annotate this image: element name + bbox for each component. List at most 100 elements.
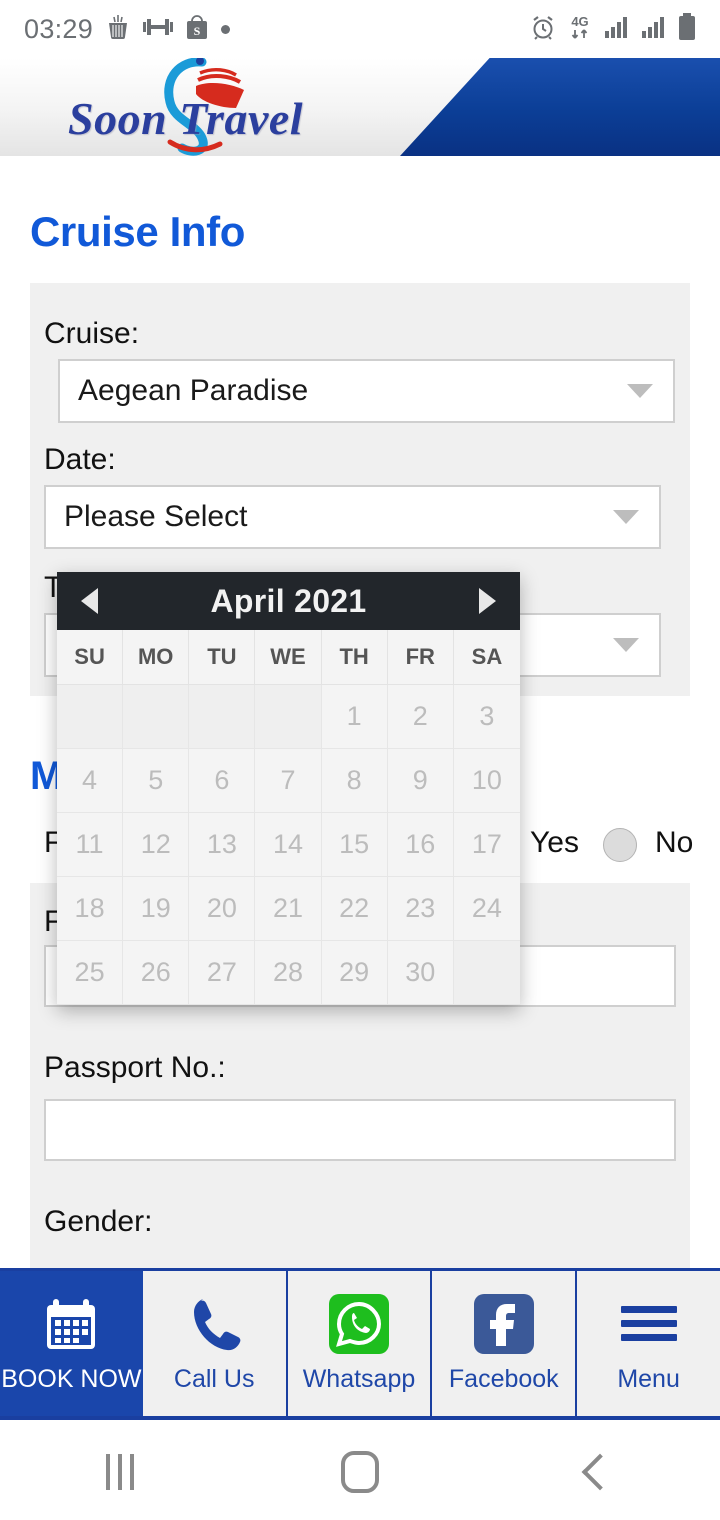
home-icon (341, 1451, 379, 1493)
calendar-empty-cell (453, 941, 520, 1005)
svg-text:S: S (194, 24, 201, 38)
back-button[interactable] (480, 1453, 720, 1491)
bottom-bar-label: BOOK NOW (1, 1365, 142, 1393)
calendar-day-cell: 27 (189, 941, 256, 1005)
calendar-day-cell: 7 (255, 749, 322, 813)
page-title: Cruise Info (30, 208, 245, 255)
calendar-day-cell: 17 (453, 813, 520, 877)
svg-text:4G: 4G (571, 14, 588, 29)
calendar-day-cell: 13 (189, 813, 256, 877)
status-bar: 03:29 S 4G (0, 0, 720, 58)
home-button[interactable] (240, 1451, 480, 1493)
bottom-bar-label: Menu (617, 1365, 680, 1393)
chevron-down-icon (627, 384, 653, 398)
calendar-empty-cell (57, 685, 124, 749)
recents-button[interactable] (0, 1454, 240, 1490)
android-navigation-bar (0, 1424, 720, 1520)
bottom-bar-label: Call Us (173, 1365, 255, 1393)
bottom-bar-call-us[interactable]: Call Us (143, 1271, 288, 1416)
calendar-day-cell: 23 (387, 877, 454, 941)
site-logo-text: Soon Travel (68, 93, 304, 144)
calendar-icon (40, 1293, 102, 1355)
calendar-dow-tu: TU (189, 630, 256, 685)
next-month-icon[interactable] (479, 588, 496, 614)
calendar-day-cell: 15 (321, 813, 388, 877)
bottom-bar-whatsapp[interactable]: Whatsapp (288, 1271, 433, 1416)
calendar-day-cell: 25 (57, 941, 124, 1005)
passport-input[interactable] (44, 1099, 676, 1161)
calendar-day-cell: 21 (255, 877, 322, 941)
battery-icon (678, 12, 696, 46)
dot-icon (221, 24, 231, 34)
calendar-day-cell: 26 (123, 941, 190, 1005)
calendar-dow-we: WE (255, 630, 322, 685)
calendar-day-cell: 2 (387, 685, 454, 749)
calendar-month-title: April 2021 (210, 582, 367, 619)
calendar-day-grid[interactable]: 1 2 3 4 5 6 7 8 9 10 11 12 13 14 15 16 17 18 19 20 21 22 23 24 2… (57, 685, 520, 1005)
whatsapp-icon (328, 1293, 390, 1355)
page-content: Cruise Info Cruise: Aegean Paradise Date… (0, 156, 720, 1268)
calendar-dow-mo: MO (123, 630, 190, 685)
status-bar-right: 4G (530, 12, 696, 46)
cruise-select-value: Aegean Paradise (78, 374, 309, 407)
calendar-day-cell: 6 (189, 749, 256, 813)
radio-yes-label[interactable]: Yes (530, 826, 579, 860)
calendar-day-cell: 28 (255, 941, 322, 1005)
calendar-day-cell: 22 (321, 877, 388, 941)
bottom-bar-menu[interactable]: Menu (577, 1271, 720, 1416)
calendar-empty-cell (123, 685, 190, 749)
site-logo[interactable]: Soon Travel (68, 58, 398, 156)
bottom-bar-label: Facebook (448, 1365, 559, 1393)
4g-data-icon: 4G (567, 13, 593, 46)
calendar-day-cell: 12 (123, 813, 190, 877)
bottom-bar-book-now[interactable]: BOOK NOW (0, 1271, 143, 1416)
calendar-day-cell: 1 (321, 685, 388, 749)
status-bar-clock: 03:29 (24, 13, 94, 44)
bottom-bar-facebook[interactable]: Facebook (432, 1271, 578, 1416)
calendar-dow-fr: FR (387, 630, 454, 685)
bottom-bar-label: Whatsapp (302, 1365, 416, 1393)
radio-no-label[interactable]: No (655, 826, 693, 860)
calendar-day-cell: 29 (321, 941, 388, 1005)
calendar-empty-cell (255, 685, 322, 749)
hamburger-icon (618, 1293, 680, 1355)
date-label: Date: (44, 443, 116, 476)
calendar-day-cell: 10 (453, 749, 520, 813)
calendar-header: April 2021 (57, 572, 520, 630)
calendar-dow-su: SU (57, 630, 124, 685)
calendar-dow-th: TH (321, 630, 388, 685)
passport-label: Passport No.: (44, 1051, 226, 1084)
bottom-action-bar[interactable]: BOOK NOW Call Us Whatsapp Facebook Menu (0, 1268, 720, 1420)
shopee-bag-icon: S (186, 14, 208, 45)
food-delivery-icon (106, 14, 130, 45)
calendar-day-cell: 30 (387, 941, 454, 1005)
calendar-day-cell: 24 (453, 877, 520, 941)
calendar-day-cell: 16 (387, 813, 454, 877)
chevron-down-icon (613, 638, 639, 652)
date-select-value: Please Select (64, 500, 248, 533)
cruise-label: Cruise: (44, 317, 140, 350)
phone-icon (185, 1293, 243, 1355)
radio-no-button[interactable] (603, 828, 637, 862)
signal-1-icon (604, 15, 630, 44)
cruise-select[interactable]: Aegean Paradise (58, 359, 675, 423)
calendar-day-cell: 4 (57, 749, 124, 813)
calendar-day-cell: 11 (57, 813, 124, 877)
prev-month-icon[interactable] (81, 588, 98, 614)
date-select[interactable]: Please Select (44, 485, 661, 549)
calendar-day-cell: 20 (189, 877, 256, 941)
date-picker-popup[interactable]: April 2021 SU MO TU WE TH FR SA 1 2 3 4 5 6 7 8 9 10 11 1… (57, 572, 520, 1005)
recents-icon (106, 1454, 134, 1490)
calendar-day-cell: 14 (255, 813, 322, 877)
calendar-day-cell: 18 (57, 877, 124, 941)
calendar-day-cell: 8 (321, 749, 388, 813)
back-icon (581, 1453, 619, 1491)
status-bar-left: 03:29 S (24, 13, 231, 45)
calendar-dow-sa: SA (453, 630, 520, 685)
alarm-icon (530, 14, 556, 45)
chevron-down-icon (613, 510, 639, 524)
facebook-icon (473, 1293, 535, 1355)
calendar-day-cell: 9 (387, 749, 454, 813)
site-header: Soon Travel (0, 58, 720, 156)
signal-2-icon (641, 15, 667, 44)
